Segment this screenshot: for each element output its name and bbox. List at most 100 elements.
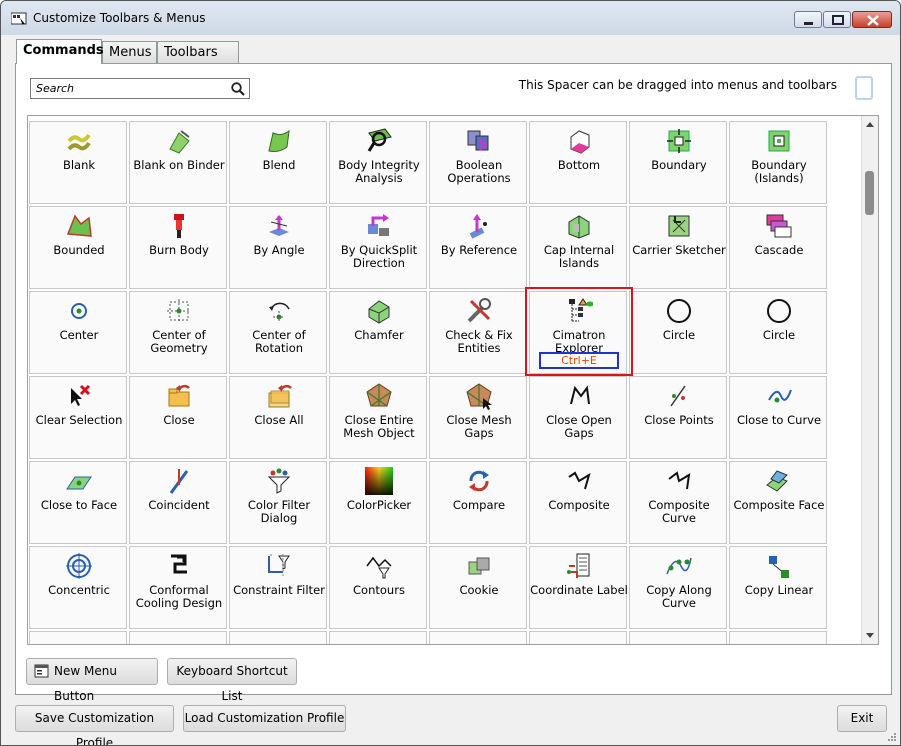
command-label: Composite bbox=[548, 498, 610, 512]
command-tile[interactable] bbox=[529, 631, 627, 644]
command-tile[interactable]: Circle bbox=[729, 291, 827, 374]
command-tile[interactable]: By Angle bbox=[229, 206, 327, 289]
command-tile[interactable]: Close bbox=[129, 376, 227, 459]
spacer-item[interactable] bbox=[855, 76, 873, 100]
tab-menus[interactable]: Menus bbox=[102, 41, 157, 63]
command-tile[interactable]: Blank on Binder bbox=[129, 121, 227, 204]
command-label: Close Mesh Gaps bbox=[446, 413, 512, 440]
command-tile[interactable]: Close Mesh Gaps bbox=[429, 376, 527, 459]
tab-toolbars[interactable]: Toolbars bbox=[157, 41, 239, 63]
command-tile[interactable] bbox=[229, 631, 327, 644]
command-tile[interactable]: Copy Linear bbox=[729, 546, 827, 629]
command-tile[interactable]: Blend bbox=[229, 121, 327, 204]
command-label: Body Integrity Analysis bbox=[338, 158, 420, 185]
scroll-down-icon[interactable] bbox=[865, 632, 875, 640]
command-tile[interactable]: By QuickSplit Direction bbox=[329, 206, 427, 289]
command-tile[interactable]: Close to Face bbox=[29, 461, 127, 544]
command-tile[interactable]: Boundary bbox=[629, 121, 727, 204]
command-tile[interactable]: Cap Internal Islands bbox=[529, 206, 627, 289]
search-input[interactable] bbox=[34, 80, 224, 97]
command-tile[interactable]: Composite bbox=[529, 461, 627, 544]
command-tile[interactable]: Blank bbox=[29, 121, 127, 204]
vertical-scrollbar[interactable] bbox=[861, 116, 878, 644]
command-tile[interactable]: Bottom bbox=[529, 121, 627, 204]
command-label: Bottom bbox=[557, 158, 601, 172]
command-tile[interactable] bbox=[329, 631, 427, 644]
command-label: Boundary (Islands) bbox=[751, 158, 807, 185]
command-tile[interactable]: Close Entire Mesh Object bbox=[329, 376, 427, 459]
command-tile[interactable]: Composite Face bbox=[729, 461, 827, 544]
bounded-icon bbox=[66, 214, 92, 237]
command-tile[interactable]: Contours bbox=[329, 546, 427, 629]
command-tile[interactable]: Circle bbox=[629, 291, 727, 374]
command-tile[interactable] bbox=[629, 631, 727, 644]
command-tile[interactable] bbox=[729, 631, 827, 644]
search-icon[interactable] bbox=[231, 82, 245, 96]
blank-on-binder-icon bbox=[169, 130, 190, 154]
command-tile[interactable]: Check & Fix Entities bbox=[429, 291, 527, 374]
close-button[interactable] bbox=[852, 11, 892, 28]
clear-selection-icon bbox=[71, 384, 91, 406]
command-tile[interactable]: Coincident bbox=[129, 461, 227, 544]
command-tile[interactable]: Compare bbox=[429, 461, 527, 544]
command-label: Chamfer bbox=[354, 328, 404, 342]
command-tile[interactable]: Boolean Operations bbox=[429, 121, 527, 204]
command-tile[interactable]: Carrier Sketcher bbox=[629, 206, 727, 289]
command-tile[interactable]: Close Points bbox=[629, 376, 727, 459]
close-all-icon bbox=[268, 384, 292, 408]
command-tile[interactable] bbox=[429, 631, 527, 645]
command-tile[interactable]: Color Filter Dialog bbox=[229, 461, 327, 544]
command-tile[interactable]: Chamfer bbox=[329, 291, 427, 374]
minimize-button[interactable] bbox=[794, 11, 822, 28]
command-tile[interactable]: Center of Geometry bbox=[129, 291, 227, 374]
scroll-up-icon[interactable] bbox=[865, 120, 875, 128]
exit-button[interactable]: Exit bbox=[837, 705, 887, 732]
circle-icon bbox=[767, 299, 791, 323]
command-tile[interactable]: Clear Selection bbox=[29, 376, 127, 459]
command-tile[interactable]: Cookie bbox=[429, 546, 527, 629]
command-label: Center bbox=[59, 328, 99, 342]
command-tile[interactable]: Boundary (Islands) bbox=[729, 121, 827, 204]
scroll-thumb[interactable] bbox=[865, 171, 874, 215]
command-tile[interactable]: Coordinate Label bbox=[529, 546, 628, 629]
command-label: Close to Face bbox=[40, 498, 118, 512]
resize-grip-icon[interactable] bbox=[887, 732, 897, 742]
command-label: Conformal Cooling Design bbox=[135, 583, 223, 610]
command-tile[interactable]: Close Open Gaps bbox=[529, 376, 627, 459]
sphere-icon bbox=[465, 637, 493, 645]
command-tile[interactable]: Constraint Filter bbox=[229, 546, 327, 629]
title-bar[interactable]: Customize Toolbars & Menus bbox=[1, 1, 900, 35]
command-tile[interactable]: By Reference bbox=[429, 206, 527, 289]
command-tile[interactable]: Copy Along Curve bbox=[629, 546, 727, 629]
command-tile[interactable]: Close All bbox=[229, 376, 327, 459]
command-tile[interactable]: Center bbox=[29, 291, 127, 374]
color-filter-icon bbox=[267, 468, 291, 494]
new-menu-button[interactable]: New Menu Button bbox=[26, 658, 158, 703]
command-tile[interactable]: Center of Rotation bbox=[229, 291, 327, 374]
maximize-button[interactable] bbox=[823, 11, 851, 28]
search-box[interactable] bbox=[30, 78, 250, 99]
command-tile[interactable]: Composite Curve bbox=[629, 461, 727, 544]
save-profile-button[interactable]: Save Customization Profile bbox=[15, 705, 174, 745]
command-label: Coincident bbox=[148, 498, 210, 512]
command-tile[interactable]: Close to Curve bbox=[729, 376, 827, 459]
command-tile[interactable] bbox=[129, 631, 227, 644]
command-label: Boundary bbox=[651, 158, 707, 172]
command-tile[interactable]: ColorPicker bbox=[329, 461, 427, 544]
center-icon bbox=[71, 303, 87, 319]
command-tile[interactable]: Body Integrity Analysis bbox=[329, 121, 427, 204]
command-tile[interactable]: Cascade bbox=[729, 206, 827, 289]
command-tile[interactable]: Burn Body bbox=[129, 206, 227, 289]
quicksplit-direction-icon bbox=[368, 214, 389, 236]
command-tile[interactable] bbox=[29, 631, 127, 644]
command-label: By Reference bbox=[440, 243, 518, 257]
command-label: Blend bbox=[262, 158, 296, 172]
command-tile[interactable]: Bounded bbox=[29, 206, 127, 289]
command-tile[interactable]: Conformal Cooling Design bbox=[129, 546, 227, 629]
tab-commands[interactable]: Commands bbox=[16, 39, 104, 64]
command-label: Close Open Gaps bbox=[546, 413, 612, 440]
close-points-icon bbox=[670, 385, 686, 407]
load-profile-button[interactable]: Load Customization Profile bbox=[183, 705, 346, 732]
command-tile[interactable]: Concentric bbox=[29, 546, 127, 629]
keyboard-shortcut-list-button[interactable]: Keyboard Shortcut List bbox=[167, 658, 297, 703]
